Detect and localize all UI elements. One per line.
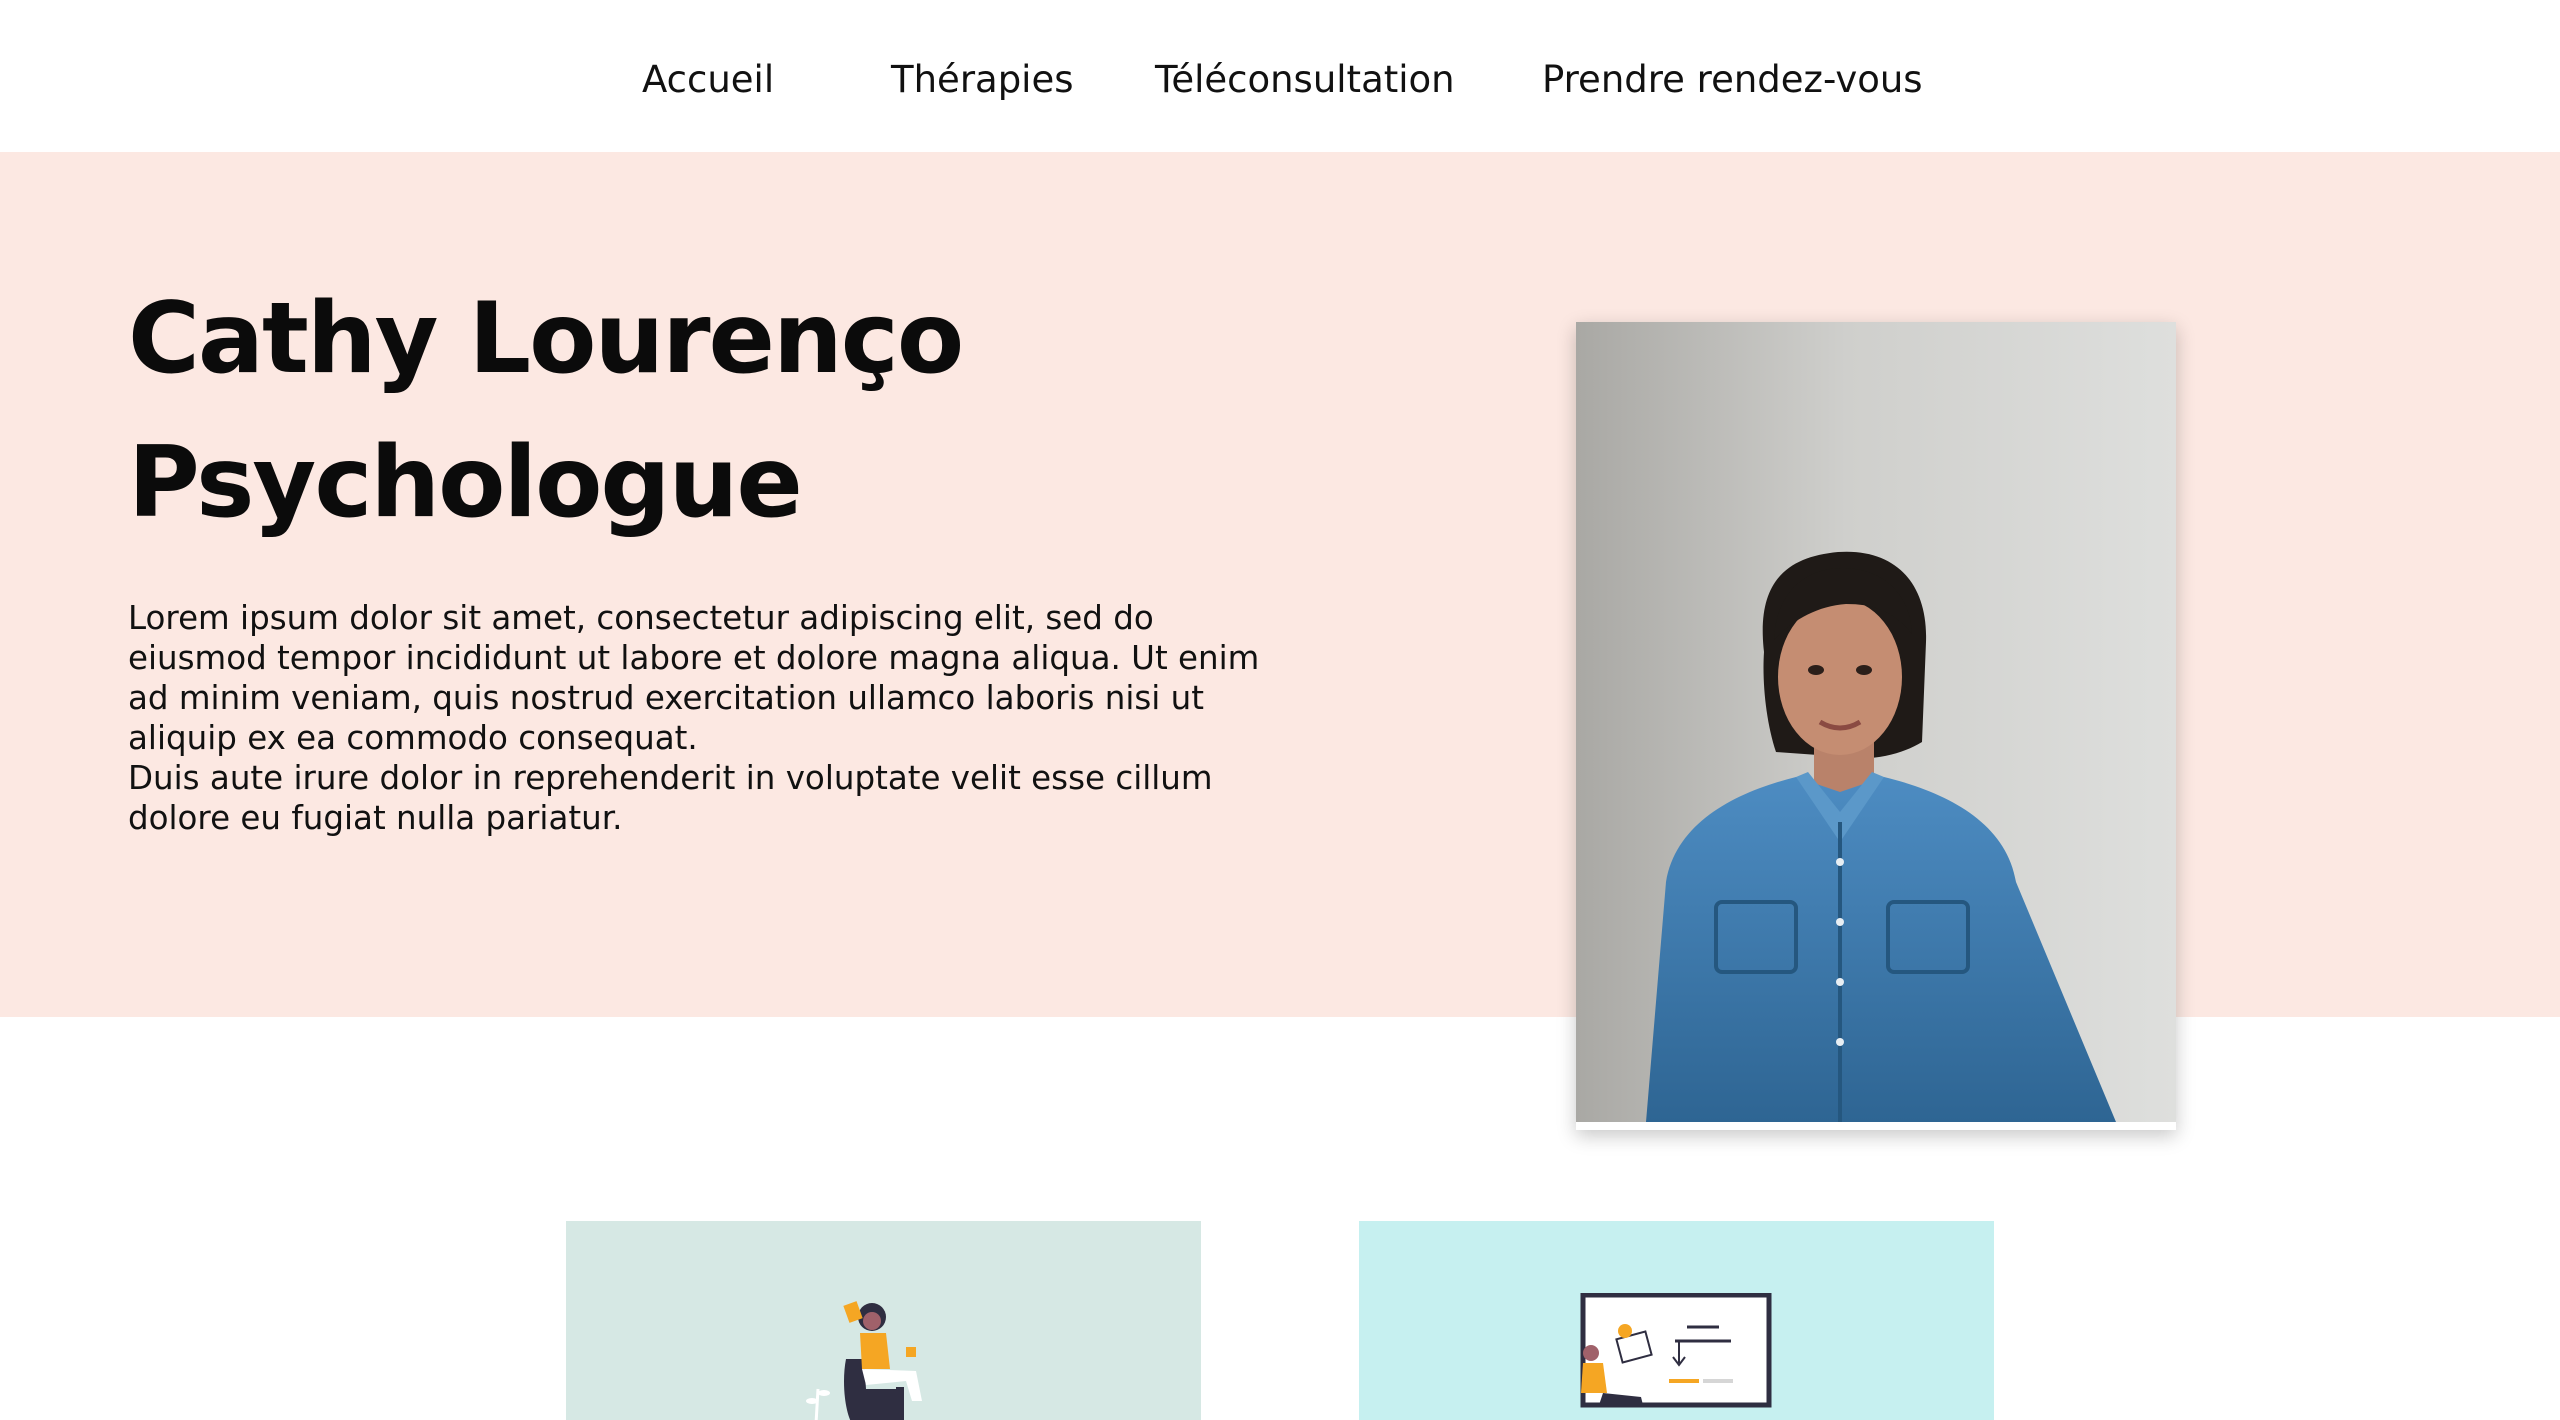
portrait-photo-icon (1576, 322, 2176, 1122)
top-navigation: Accueil Thérapies Téléconsultation Prend… (0, 0, 2560, 152)
nav-therapies[interactable]: Thérapies (891, 58, 1074, 101)
therapy-card-left[interactable] (566, 1221, 1201, 1420)
therapy-card-right[interactable] (1359, 1221, 1994, 1420)
portrait-photo (1576, 322, 2176, 1130)
page-title: Cathy Lourenço Psychologue (128, 267, 964, 555)
presentation-board-illustration-icon (1580, 1293, 1772, 1408)
hero-paragraph-2: Duis aute irure dolor in reprehenderit i… (128, 759, 1213, 837)
hero-paragraph-1: Lorem ipsum dolor sit amet, consectetur … (128, 599, 1260, 757)
person-relaxing-illustration-icon (806, 1301, 922, 1420)
hero-section: Cathy Lourenço Psychologue Lorem ipsum d… (0, 152, 2560, 1017)
nav-teleconsultation[interactable]: Téléconsultation (1155, 58, 1455, 101)
hero-description: Lorem ipsum dolor sit amet, consectetur … (128, 598, 1278, 838)
hero-profession: Psychologue (128, 426, 803, 540)
nav-accueil[interactable]: Accueil (642, 58, 774, 101)
nav-prendre-rendez-vous[interactable]: Prendre rendez-vous (1542, 58, 1923, 101)
hero-name: Cathy Lourenço (128, 282, 964, 396)
